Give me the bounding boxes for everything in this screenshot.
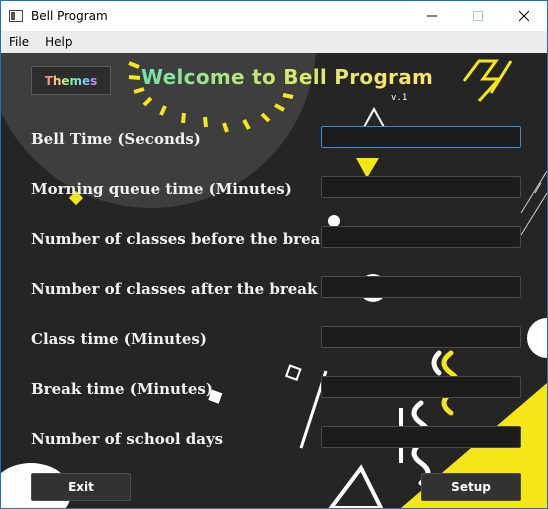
app-icon [9,10,23,22]
classes-after-break-label: Number of classes after the break [31,280,318,298]
class-time-input[interactable] [321,326,521,348]
maximize-button[interactable] [455,1,501,31]
main-panel: Themes Welcome to Bell Program v.1 Bell … [1,53,547,508]
menu-bar: File Help [1,31,547,53]
minimize-button[interactable] [409,1,455,31]
morning-queue-label: Morning queue time (Minutes) [31,180,292,198]
themes-button-label: Themes [44,73,98,88]
app-window: Bell Program File Help Themes Welcome to… [0,0,548,509]
welcome-heading: Welcome to Bell Program [141,65,434,89]
classes-before-break-input[interactable] [321,226,521,248]
close-button[interactable] [501,1,547,31]
menu-help[interactable]: Help [37,35,80,49]
exit-button[interactable]: Exit [31,473,131,501]
classes-after-break-input[interactable] [321,276,521,298]
window-title: Bell Program [31,9,108,23]
title-bar[interactable]: Bell Program [1,1,547,31]
bell-time-input[interactable] [321,126,521,148]
school-days-input[interactable] [321,426,521,448]
maximize-icon [473,11,483,21]
minimize-icon [427,15,437,17]
bell-time-label: Bell Time (Seconds) [31,130,201,148]
class-time-label: Class time (Minutes) [31,330,207,348]
classes-before-break-label: Number of classes before the break [31,230,331,248]
morning-queue-input[interactable] [321,176,521,198]
break-time-input[interactable] [321,376,521,398]
close-icon [519,11,529,21]
themes-button[interactable]: Themes [31,66,111,95]
school-days-label: Number of school days [31,430,224,448]
version-label: v.1 [391,93,408,103]
menu-file[interactable]: File [1,35,37,49]
setup-button[interactable]: Setup [421,473,521,501]
break-time-label: Break time (Minutes) [31,380,213,398]
